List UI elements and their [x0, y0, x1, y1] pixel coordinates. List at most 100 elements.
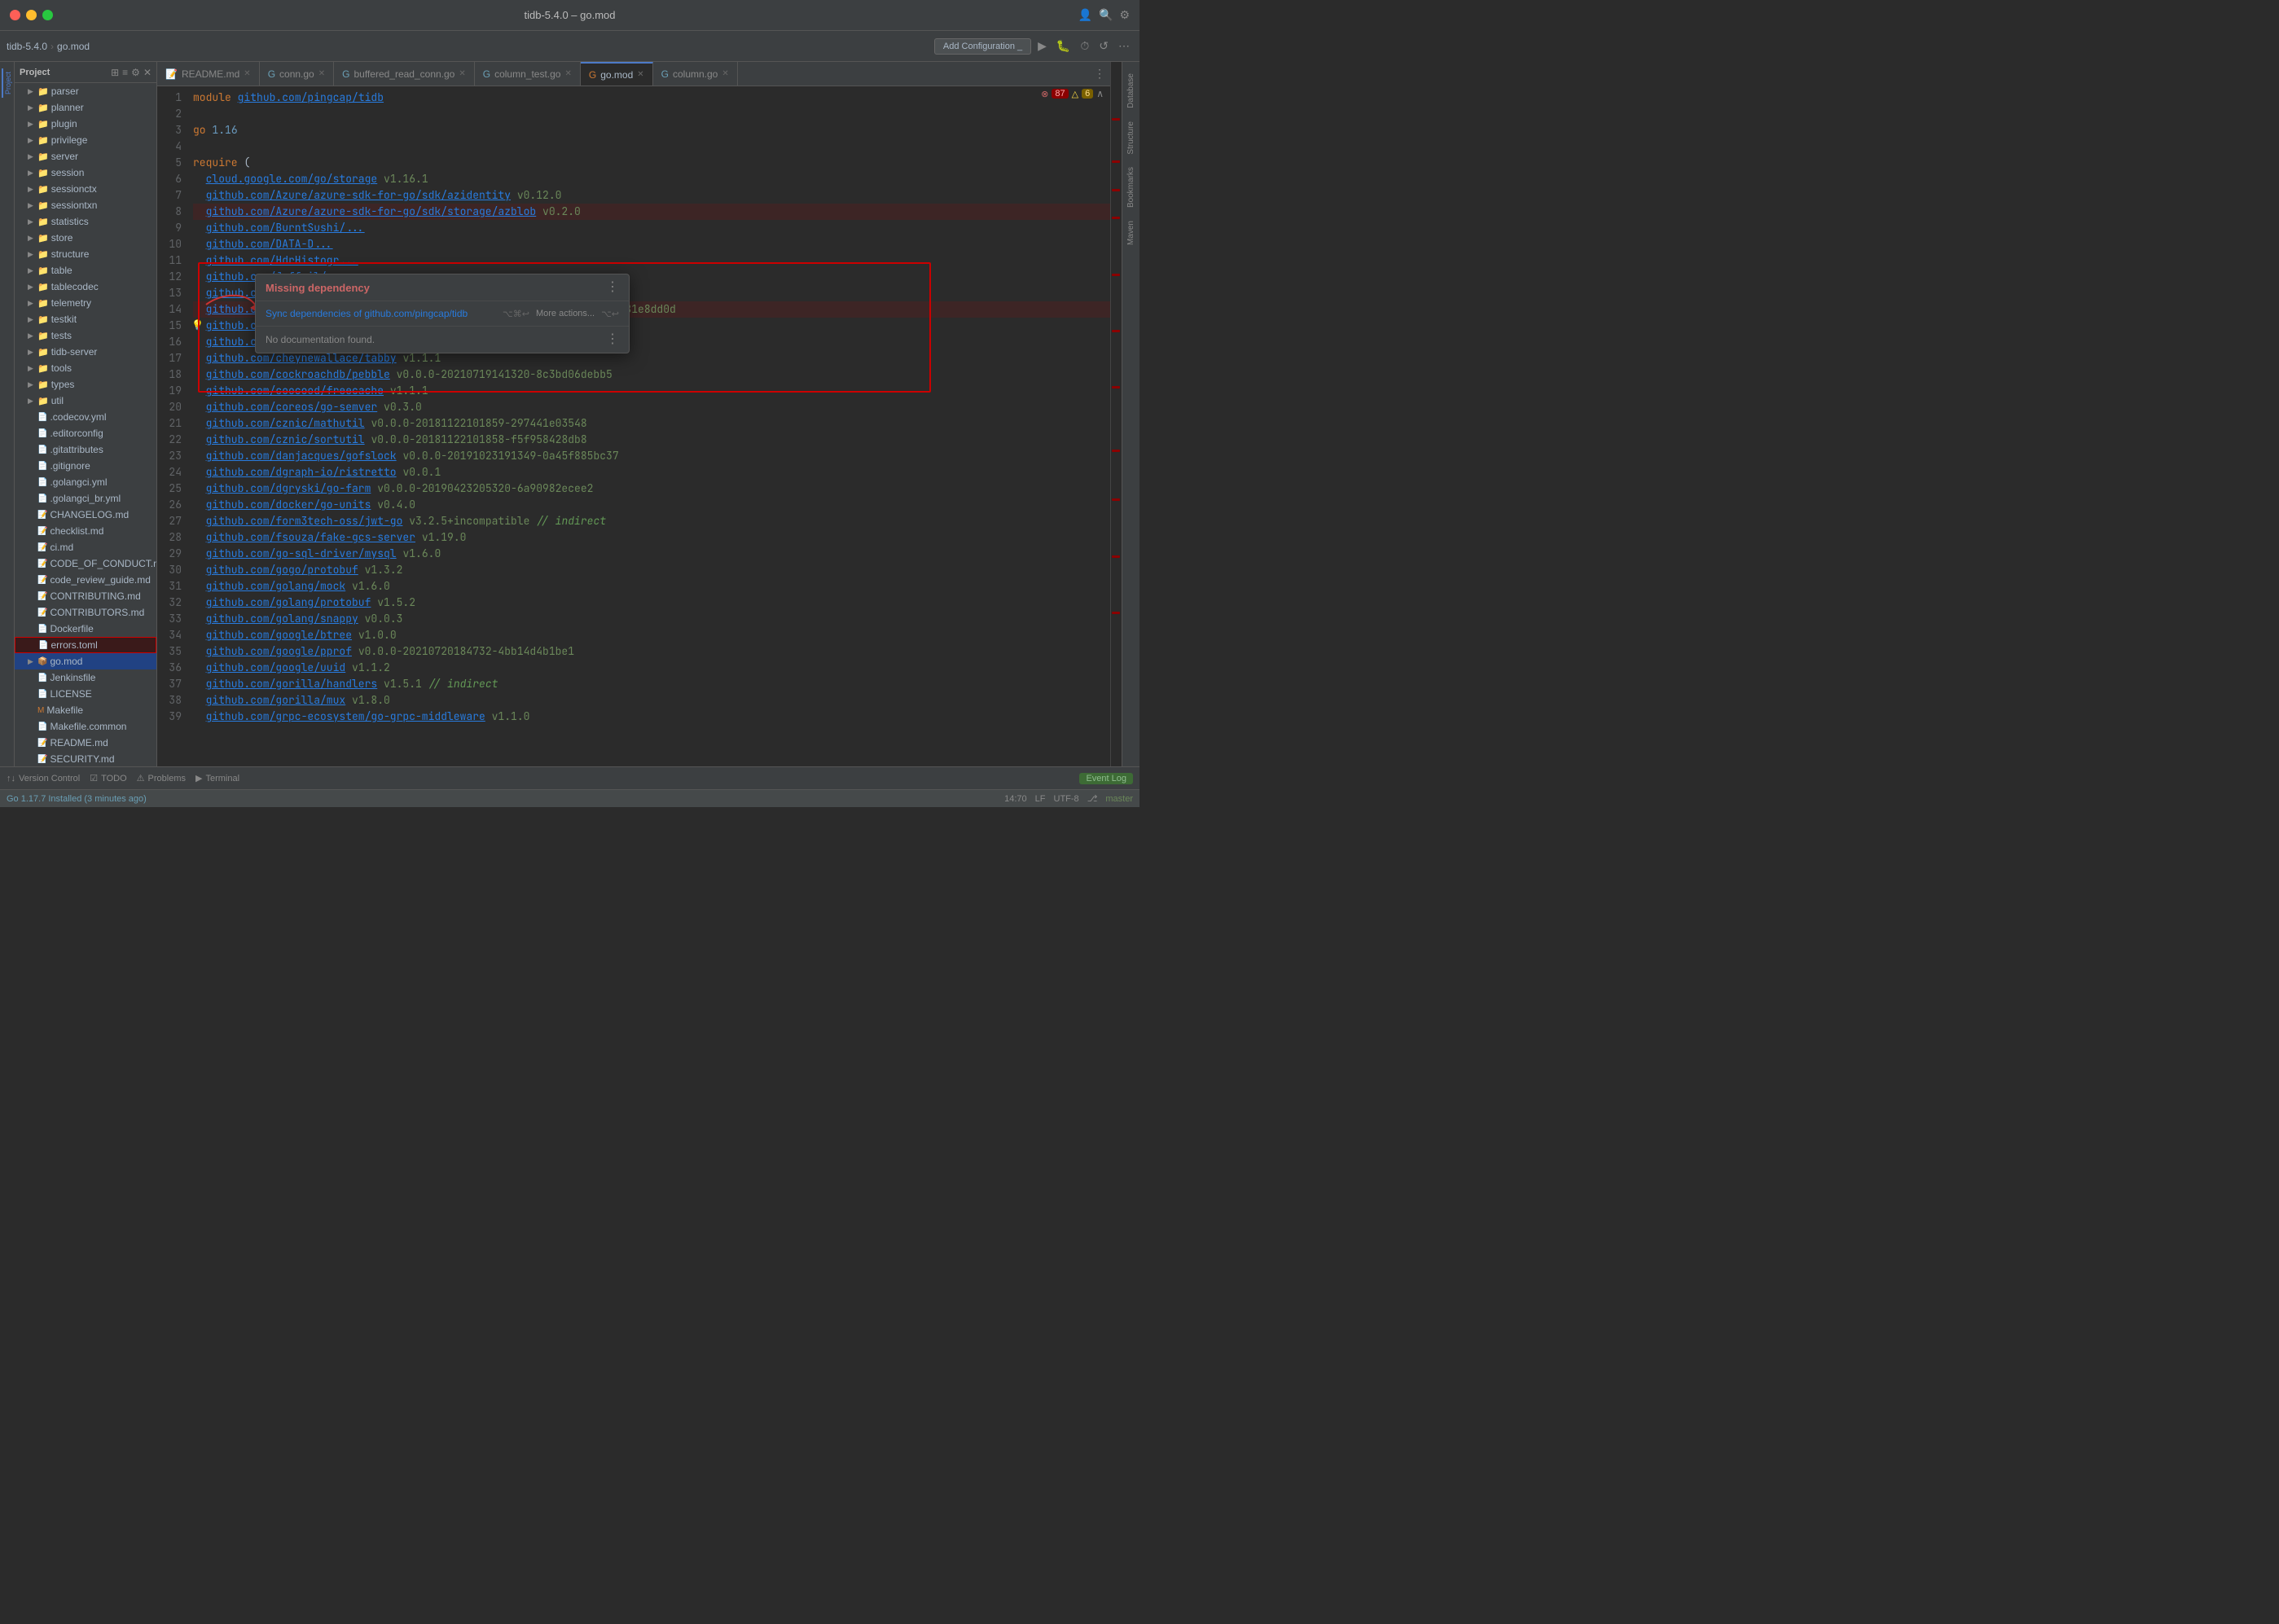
- left-strip-project[interactable]: Project: [2, 68, 13, 98]
- sidebar-item-checklist[interactable]: ▶ 📝 checklist.md: [15, 523, 156, 539]
- tab-readme[interactable]: 📝 README.md ✕: [157, 62, 260, 86]
- sidebar-item-planner[interactable]: ▶ 📁 planner: [15, 99, 156, 116]
- right-tab-structure[interactable]: Structure: [1125, 116, 1137, 160]
- tab-overflow-icon[interactable]: ⋮: [1094, 67, 1105, 81]
- right-tab-bookmarks[interactable]: Bookmarks: [1125, 162, 1137, 213]
- sidebar-item-makefile-common[interactable]: ▶ 📄 Makefile.common: [15, 718, 156, 735]
- sidebar-item-types[interactable]: ▶ 📁 types: [15, 376, 156, 393]
- go-version-label[interactable]: Go 1.17.7 Installed (3 minutes ago): [7, 794, 147, 804]
- code-editor[interactable]: ⊗ 87 △ 6 ∧ 1 2 3 4 5 6 7 8 9 10: [157, 86, 1110, 766]
- sidebar-close-icon[interactable]: ✕: [143, 67, 151, 78]
- debug-button[interactable]: 🐛: [1053, 37, 1074, 55]
- tab-close-button[interactable]: ✕: [459, 69, 465, 78]
- profile-button[interactable]: ⏱: [1077, 37, 1092, 55]
- sidebar-item-errors-toml[interactable]: ▶ 📄 errors.toml: [15, 637, 156, 653]
- sidebar-item-changelog[interactable]: ▶ 📝 CHANGELOG.md: [15, 507, 156, 523]
- problems-tab[interactable]: ⚠ Problems: [137, 773, 186, 783]
- sidebar-item-contributing[interactable]: ▶ 📝 CONTRIBUTING.md: [15, 588, 156, 604]
- tab-close-button[interactable]: ✕: [564, 69, 571, 78]
- maximize-button[interactable]: [42, 10, 53, 20]
- event-log-button[interactable]: Event Log: [1079, 773, 1133, 784]
- tab-buffered-read-conn[interactable]: G buffered_read_conn.go ✕: [334, 62, 475, 86]
- sidebar-item-testkit[interactable]: ▶ 📁 testkit: [15, 311, 156, 327]
- sidebar-item-table[interactable]: ▶ 📁 table: [15, 262, 156, 279]
- version-control-tab[interactable]: ↑↓ Version Control: [7, 774, 80, 783]
- sidebar-item-sessiontxn[interactable]: ▶ 📁 sessiontxn: [15, 197, 156, 213]
- tab-close-button[interactable]: ✕: [318, 69, 325, 78]
- tab-go-mod[interactable]: G go.mod ✕: [581, 62, 653, 86]
- sidebar-item-privilege[interactable]: ▶ 📁 privilege: [15, 132, 156, 148]
- sidebar-controls[interactable]: ⊞ ≡ ⚙ ✕: [111, 67, 151, 78]
- tab-close-button[interactable]: ✕: [637, 70, 643, 79]
- code-line-29: github.com/go-sql-driver/mysql v1.6.0: [193, 546, 1110, 562]
- sidebar-item-structure[interactable]: ▶ 📁 structure: [15, 246, 156, 262]
- window-controls[interactable]: [10, 10, 53, 20]
- sidebar-item-sessionctx[interactable]: ▶ 📁 sessionctx: [15, 181, 156, 197]
- terminal-tab[interactable]: ▶ Terminal: [195, 773, 239, 783]
- popup-more-actions-link[interactable]: More actions...: [536, 309, 595, 318]
- sidebar-item-codecov[interactable]: ▶ 📄 .codecov.yml: [15, 409, 156, 425]
- sidebar-item-dockerfile[interactable]: ▶ 📄 Dockerfile: [15, 621, 156, 637]
- sidebar-item-makefile[interactable]: ▶ M Makefile: [15, 702, 156, 718]
- close-button[interactable]: [10, 10, 20, 20]
- popup-no-doc-options-icon[interactable]: ⋮: [606, 333, 619, 346]
- quick-fix-bulb[interactable]: 💡: [191, 319, 204, 331]
- tab-close-button[interactable]: ✕: [244, 69, 250, 78]
- reload-button[interactable]: ↺: [1096, 37, 1112, 55]
- sidebar-item-go-mod[interactable]: ▶ 📦 go.mod: [15, 653, 156, 669]
- sidebar-item-parser[interactable]: ▶ 📁 parser: [15, 83, 156, 99]
- sidebar-item-telemetry[interactable]: ▶ 📁 telemetry: [15, 295, 156, 311]
- sidebar-item-license[interactable]: ▶ 📄 LICENSE: [15, 686, 156, 702]
- minimize-button[interactable]: [26, 10, 37, 20]
- sidebar-sort-icon[interactable]: ≡: [122, 67, 128, 78]
- sidebar-item-tests[interactable]: ▶ 📁 tests: [15, 327, 156, 344]
- sidebar-item-tablecodec[interactable]: ▶ 📁 tablecodec: [15, 279, 156, 295]
- sidebar-item-session[interactable]: ▶ 📁 session: [15, 165, 156, 181]
- sidebar-item-tidb-server[interactable]: ▶ 📁 tidb-server: [15, 344, 156, 360]
- breadcrumb-file[interactable]: go.mod: [57, 41, 90, 52]
- folder-icon: 📁: [37, 347, 49, 358]
- tab-column-test[interactable]: G column_test.go ✕: [475, 62, 581, 86]
- sidebar-item-gitattributes[interactable]: ▶ 📄 .gitattributes: [15, 441, 156, 458]
- search-icon[interactable]: 🔍: [1099, 8, 1113, 22]
- sidebar-item-code-review[interactable]: ▶ 📝 code_review_guide.md: [15, 572, 156, 588]
- tab-conn-go[interactable]: G conn.go ✕: [260, 62, 334, 86]
- sidebar-item-jenkinsfile[interactable]: ▶ 📄 Jenkinsfile: [15, 669, 156, 686]
- sidebar-item-util[interactable]: ▶ 📁 util: [15, 393, 156, 409]
- sidebar-item-ci[interactable]: ▶ 📝 ci.md: [15, 539, 156, 555]
- more-button[interactable]: ⋯: [1115, 37, 1133, 55]
- encoding-indicator[interactable]: UTF-8: [1054, 794, 1079, 804]
- branch-info[interactable]: master: [1105, 794, 1133, 804]
- sidebar-settings-icon[interactable]: ⚙: [131, 67, 140, 78]
- tab-close-button[interactable]: ✕: [722, 69, 728, 78]
- sidebar-item-statistics[interactable]: ▶ 📁 statistics: [15, 213, 156, 230]
- line-number: 5: [157, 155, 182, 171]
- sidebar-item-server[interactable]: ▶ 📁 server: [15, 148, 156, 165]
- sidebar-item-golangci[interactable]: ▶ 📄 .golangci.yml: [15, 474, 156, 490]
- popup-sync-link[interactable]: Sync dependencies of github.com/pingcap/…: [266, 308, 468, 319]
- settings-icon[interactable]: ⚙: [1119, 8, 1130, 22]
- sidebar-item-plugin[interactable]: ▶ 📁 plugin: [15, 116, 156, 132]
- breadcrumb-root[interactable]: tidb-5.4.0: [7, 41, 47, 52]
- sidebar-item-store[interactable]: ▶ 📁 store: [15, 230, 156, 246]
- sidebar-item-gitignore[interactable]: ▶ 📄 .gitignore: [15, 458, 156, 474]
- sidebar-item-readme[interactable]: ▶ 📝 README.md: [15, 735, 156, 751]
- run-button[interactable]: ▶: [1034, 37, 1050, 55]
- right-tab-database[interactable]: Database: [1125, 68, 1137, 113]
- popup-more-options-icon[interactable]: ⋮: [606, 281, 619, 294]
- sidebar-item-golangci-br[interactable]: ▶ 📄 .golangci_br.yml: [15, 490, 156, 507]
- sidebar-item-code-of-conduct[interactable]: ▶ 📝 CODE_OF_CONDUCT.md: [15, 555, 156, 572]
- sidebar-item-tools[interactable]: ▶ 📁 tools: [15, 360, 156, 376]
- line-sep-indicator[interactable]: LF: [1035, 794, 1046, 804]
- sidebar-expand-icon[interactable]: ⊞: [111, 67, 119, 78]
- user-icon[interactable]: 👤: [1078, 8, 1092, 22]
- sidebar-item-security[interactable]: ▶ 📝 SECURITY.md: [15, 751, 156, 766]
- sidebar-item-contributors[interactable]: ▶ 📝 CONTRIBUTORS.md: [15, 604, 156, 621]
- tab-column-go[interactable]: G column.go ✕: [653, 62, 738, 86]
- right-tab-maven[interactable]: Maven: [1125, 216, 1137, 250]
- collapse-button[interactable]: ∧: [1096, 88, 1104, 99]
- line-col-indicator[interactable]: 14:70: [1004, 794, 1027, 804]
- sidebar-item-editorconfig[interactable]: ▶ 📄 .editorconfig: [15, 425, 156, 441]
- todo-tab[interactable]: ☑ TODO: [90, 773, 126, 783]
- add-configuration-button[interactable]: Add Configuration _: [934, 38, 1031, 55]
